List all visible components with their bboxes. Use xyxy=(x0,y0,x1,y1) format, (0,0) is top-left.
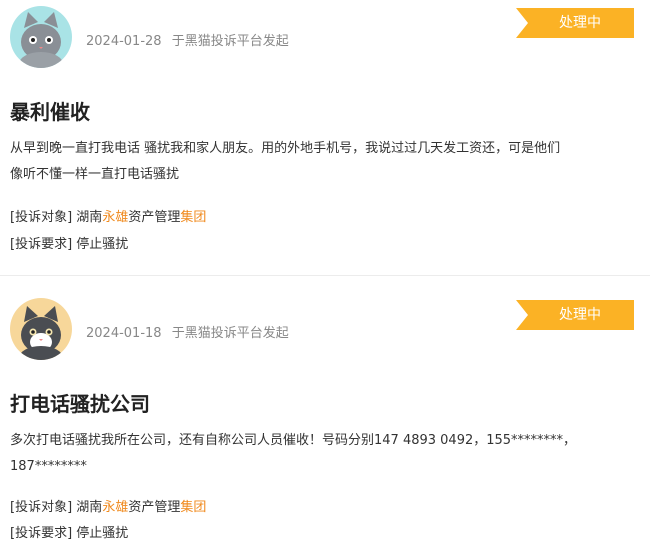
complaint-body: 多次打电话骚扰我所在公司，还有自称公司人员催收！号码分别147 4893 049… xyxy=(10,428,640,480)
complaint-source: 于黑猫投诉平台发起 xyxy=(171,326,289,341)
complaint-target: [投诉对象] 湖南永雄资产管理集团 xyxy=(10,496,206,515)
complaint-card[interactable]: 2024-01-28 于黑猫投诉平台发起 处理中 暴利催收 从早到晚一直打我电话… xyxy=(0,0,650,275)
target-part-highlight: 永雄 xyxy=(102,210,129,225)
complaint-title[interactable]: 打电话骚扰公司 xyxy=(10,388,150,417)
gray-cat-avatar-icon xyxy=(10,6,72,68)
target-part: 湖南 xyxy=(76,210,103,225)
complaint-title[interactable]: 暴利催收 xyxy=(10,96,90,125)
target-part: 资产管理 xyxy=(128,500,181,515)
target-label: [投诉对象] xyxy=(10,210,73,225)
complaint-meta: 2024-01-18 于黑猫投诉平台发起 xyxy=(86,322,289,341)
complaint-body-line: 从早到晚一直打我电话 骚扰我和家人朋友。用的外地手机号，我说过过几天发工资还，可… xyxy=(10,141,561,156)
demand-value: 停止骚扰 xyxy=(76,526,129,541)
target-label: [投诉对象] xyxy=(10,500,73,515)
complaint-body-line: 187******** xyxy=(10,459,87,474)
complaint-body-line: 像听不懂一样一直打电话骚扰 xyxy=(10,167,180,182)
complaint-date: 2024-01-18 xyxy=(86,326,162,341)
complaint-meta: 2024-01-28 于黑猫投诉平台发起 xyxy=(86,30,289,49)
complaint-source: 于黑猫投诉平台发起 xyxy=(171,34,289,49)
target-part-highlight: 集团 xyxy=(180,210,207,225)
complaint-body-line: 多次打电话骚扰我所在公司，还有自称公司人员催收！号码分别147 4893 049… xyxy=(10,433,577,448)
demand-label: [投诉要求] xyxy=(10,237,73,252)
tuxedo-cat-avatar-icon xyxy=(10,298,72,360)
status-badge: 处理中 xyxy=(516,300,634,330)
target-part: 资产管理 xyxy=(128,210,181,225)
complaint-date: 2024-01-28 xyxy=(86,34,162,49)
target-part-highlight: 永雄 xyxy=(102,500,129,515)
complaint-demand: [投诉要求] 停止骚扰 xyxy=(10,522,128,541)
target-part-highlight: 集团 xyxy=(180,500,207,515)
demand-value: 停止骚扰 xyxy=(76,237,129,252)
complaint-body: 从早到晚一直打我电话 骚扰我和家人朋友。用的外地手机号，我说过过几天发工资还，可… xyxy=(10,136,640,188)
complaint-target: [投诉对象] 湖南永雄资产管理集团 xyxy=(10,206,206,225)
status-badge: 处理中 xyxy=(516,8,634,38)
target-part: 湖南 xyxy=(76,500,103,515)
complaint-card[interactable]: 2024-01-18 于黑猫投诉平台发起 处理中 打电话骚扰公司 多次打电话骚扰… xyxy=(0,275,650,550)
demand-label: [投诉要求] xyxy=(10,526,73,541)
complaint-demand: [投诉要求] 停止骚扰 xyxy=(10,233,128,252)
